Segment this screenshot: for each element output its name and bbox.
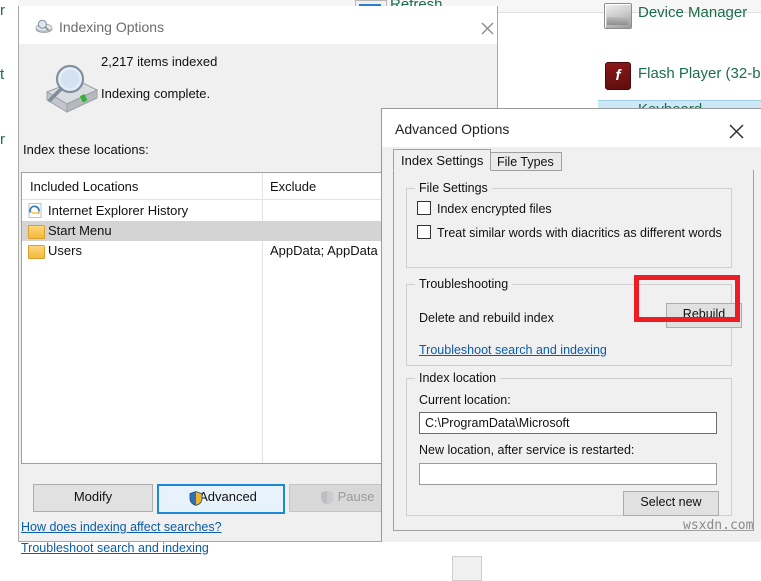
window-resize-corner[interactable] (452, 556, 482, 581)
troubleshooting-group-label: Troubleshooting (415, 277, 513, 291)
folder-icon (28, 245, 45, 259)
new-location-label: New location, after service is restarted… (419, 443, 635, 457)
control-panel-item-flash-player[interactable]: Flash Player (32-bit) (638, 65, 761, 82)
shield-icon (321, 490, 333, 505)
edge-fragment-2: t (0, 66, 5, 83)
advanced-options-titlebar[interactable]: Advanced Options (382, 109, 761, 147)
control-panel-item-device-manager[interactable]: Device Manager (638, 4, 747, 21)
table-cell-location: Users (48, 243, 82, 258)
current-location-input[interactable]: C:\ProgramData\Microsoft (419, 412, 717, 434)
internet-explorer-icon (28, 203, 42, 218)
indexing-options-title: Indexing Options (59, 19, 165, 35)
indexing-options-close-button[interactable] (477, 18, 499, 40)
shield-icon (189, 491, 203, 506)
index-location-group-label: Index location (415, 371, 501, 385)
rebuild-button[interactable]: Rebuild (666, 303, 742, 328)
advanced-options-title: Advanced Options (395, 121, 510, 137)
edge-fragment-1: r (0, 2, 5, 19)
table-cell-exclude: AppData; AppData (270, 243, 378, 258)
checkbox-box[interactable] (417, 225, 431, 239)
advanced-options-dialog: Advanced Options File Types Index Settin… (381, 108, 761, 542)
select-new-button[interactable]: Select new (623, 491, 719, 516)
checkbox-label: Index encrypted files (437, 202, 552, 216)
indexing-options-icon (35, 19, 53, 33)
checkbox-treat-similar-words-with-diacritics[interactable]: Treat similar words with diacritics as d… (417, 225, 722, 240)
table-cell-location: Start Menu (48, 223, 112, 238)
column-header-included-locations[interactable]: Included Locations (30, 179, 138, 194)
column-header-exclude[interactable]: Exclude (270, 179, 316, 194)
checkbox-label: Treat similar words with diacritics as d… (437, 226, 722, 240)
troubleshooting-group: Troubleshooting Delete and rebuild index… (406, 277, 742, 366)
device-manager-icon (604, 3, 632, 29)
advanced-options-close-button[interactable] (724, 119, 750, 143)
close-icon (729, 124, 744, 139)
index-locations-label: Index these locations: (23, 142, 149, 157)
indexing-options-titlebar[interactable]: Indexing Options (19, 6, 497, 44)
hard-drive-search-icon (45, 64, 99, 113)
file-settings-group-label: File Settings (415, 181, 492, 195)
tab-index-settings[interactable]: Index Settings (393, 149, 492, 171)
link-how-does-indexing-affect-searches[interactable]: How does indexing affect searches? (21, 520, 222, 534)
rebuild-description: Delete and rebuild index (419, 311, 554, 325)
indexing-status-text: Indexing complete. (101, 86, 211, 101)
current-location-label: Current location: (419, 393, 511, 407)
index-settings-tabpage: File Settings Index encrypted files Trea… (393, 170, 754, 531)
advanced-options-tabstrip[interactable]: File Types Index Settings (393, 149, 753, 171)
checkbox-box[interactable] (417, 201, 431, 215)
flash-player-icon: f (605, 62, 631, 90)
items-indexed-text: 2,217 items indexed (101, 54, 218, 69)
file-settings-group: File Settings Index encrypted files Trea… (406, 181, 732, 268)
table-cell-location: Internet Explorer History (48, 203, 189, 218)
checkbox-index-encrypted-files[interactable]: Index encrypted files (417, 201, 552, 216)
edge-fragment-3: r (0, 131, 5, 148)
modify-button[interactable]: Modify (33, 484, 153, 512)
advanced-button[interactable]: Advanced (157, 484, 285, 514)
link-troubleshoot-search-and-indexing[interactable]: Troubleshoot search and indexing (21, 541, 209, 555)
close-icon (481, 22, 494, 35)
tab-file-types[interactable]: File Types (489, 152, 562, 171)
pause-button-label: Pause (337, 489, 375, 504)
watermark: wsxdn.com (683, 518, 754, 533)
link-troubleshoot-search-and-indexing[interactable]: Troubleshoot search and indexing (419, 343, 607, 357)
advanced-button-label: Advanced (199, 489, 257, 504)
folder-icon (28, 225, 45, 239)
index-location-group: Index location Current location: C:\Prog… (406, 371, 732, 516)
new-location-input[interactable] (419, 463, 717, 485)
